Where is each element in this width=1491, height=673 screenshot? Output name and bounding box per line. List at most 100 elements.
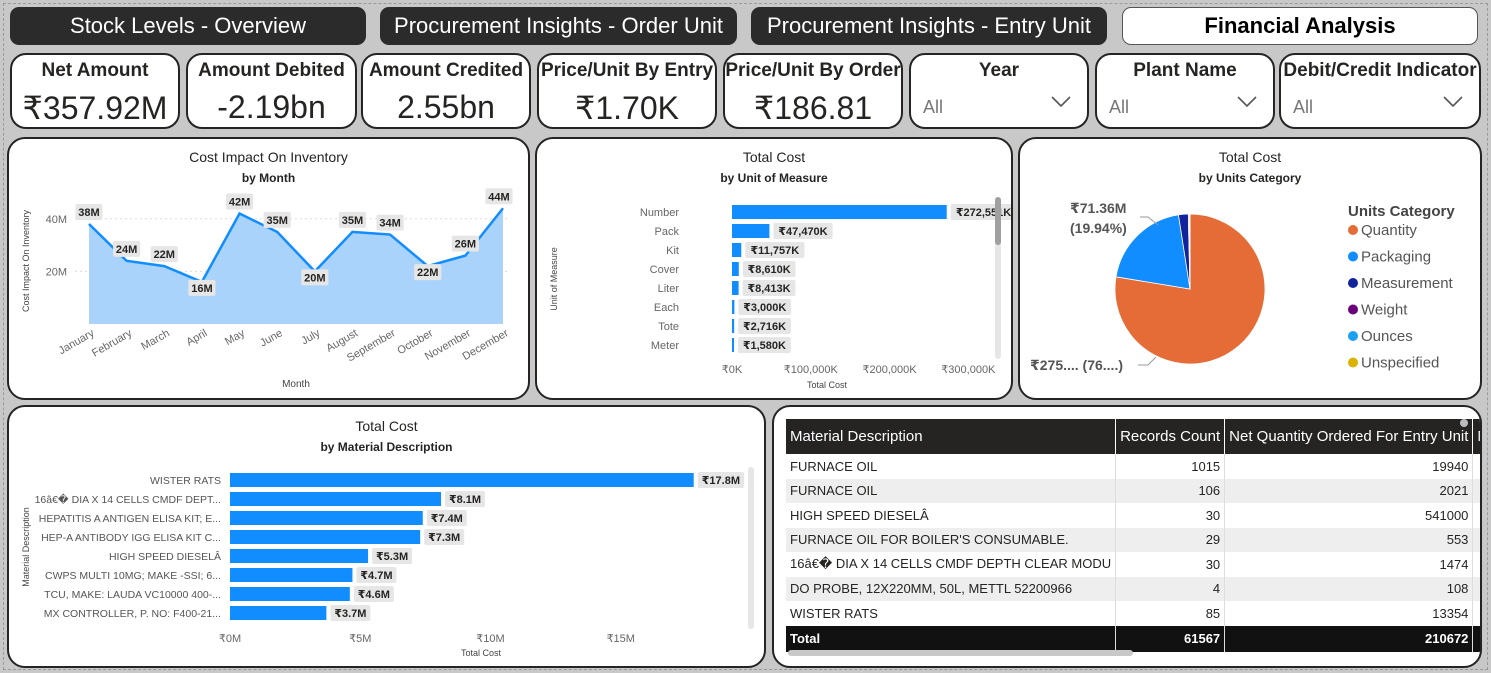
tab-stock-levels-overview[interactable]: Stock Levels - Overview (10, 7, 366, 45)
tab-procurement-order-unit[interactable]: Procurement Insights - Order Unit (380, 7, 737, 45)
data-label: 38M (78, 207, 99, 219)
slicer-dropdown-value[interactable]: All (1109, 97, 1129, 118)
data-label: ₹7.3M (428, 532, 460, 544)
y-tick-label: Meter (651, 340, 679, 352)
bar (230, 568, 353, 582)
chevron-down-icon[interactable] (1443, 95, 1463, 109)
slicer-plant-name[interactable]: Plant Name All (1095, 53, 1275, 129)
bar (230, 530, 421, 544)
column-header-truncated[interactable]: N (1472, 419, 1480, 454)
legend-label: Packaging (1361, 249, 1431, 266)
x-tick-label: ₹300,000K (941, 364, 996, 376)
legend-marker (1348, 331, 1358, 341)
cell-material: HIGH SPEED DIESELÂ (786, 503, 1117, 528)
y-tick-label: TCU, MAKE: LAUDA VC10000 400-... (44, 589, 221, 601)
bar (230, 587, 350, 601)
slicer-dropdown-value[interactable]: All (1293, 97, 1313, 118)
bar (732, 300, 735, 314)
kpi-label: Amount Credited (368, 60, 524, 81)
data-label: 35M (342, 215, 363, 227)
table-row[interactable]: HIGH SPEED DIESELÂ 30 541000 (786, 503, 1480, 528)
y-tick-label: 20M (46, 266, 67, 278)
legend-title: Units Category (1348, 203, 1455, 220)
bar (732, 338, 734, 352)
chart-total-cost-by-material[interactable]: Total Cost by Material Description WISTE… (7, 405, 766, 668)
table-row[interactable]: 16â€� DIA X 14 CELLS CMDF DEPTH CLEAR MO… (786, 552, 1480, 577)
y-tick-label: Pack (655, 226, 680, 238)
data-label: ₹8.1M (449, 494, 481, 506)
table-row[interactable]: DO PROBE, 12X220MM, 50L, METTL 52200966 4… (786, 576, 1480, 601)
table-row[interactable]: FURNACE OIL FOR BOILER'S CONSUMABLE. 29 55… (786, 527, 1480, 552)
vertical-scrollbar-thumb[interactable] (1460, 419, 1468, 427)
slicer-label: Plant Name (1133, 60, 1237, 81)
bar-chart-svg: WISTER RATS ₹17.8M 16â€� DIA X 14 CELLS CM… (21, 467, 754, 658)
x-tick-label: February (90, 327, 135, 360)
chart-total-cost-by-uom[interactable]: Total Cost by Unit of Measure Number ₹272… (535, 137, 1013, 400)
legend-label: Weight (1361, 302, 1408, 319)
column-header-net-quantity[interactable]: Net Quantity Ordered For Entry Unit (1224, 419, 1474, 454)
data-label: 22M (154, 249, 175, 261)
y-tick-label: Each (654, 302, 679, 314)
chart-total-cost-by-units-category[interactable]: Total Cost by Units Category ₹71.36M (19.… (1018, 137, 1482, 400)
x-tick-label: ₹5M (349, 633, 371, 645)
data-label: ₹5.3M (376, 551, 408, 563)
cell-records: 30 (1115, 552, 1226, 577)
tab-procurement-entry-unit[interactable]: Procurement Insights - Entry Unit (751, 7, 1107, 45)
kpi-label: Amount Debited (198, 60, 345, 81)
y-tick-label: Number (640, 207, 679, 219)
chevron-down-icon[interactable] (1051, 95, 1071, 109)
bar (732, 262, 739, 276)
material-table[interactable]: Material Description Records Count Net Q… (786, 419, 1480, 652)
kpi-value: -2.19bn (217, 89, 326, 125)
data-label: 22M (417, 267, 438, 279)
cell-records: 106 (1115, 478, 1226, 503)
slicer-label: Debit/Credit Indicator (1283, 60, 1477, 81)
horizontal-scrollbar[interactable] (788, 650, 1133, 656)
column-header-material-description[interactable]: Material Description (786, 419, 1117, 454)
y-tick-label: Cover (650, 264, 680, 276)
legend-marker (1348, 225, 1358, 235)
column-header-records-count[interactable]: Records Count (1115, 419, 1226, 454)
bar (732, 205, 947, 219)
legend-marker (1348, 278, 1358, 288)
bar (732, 243, 742, 257)
table-row[interactable]: FURNACE OIL 106 2021 (786, 478, 1480, 503)
cell-records: 30 (1115, 503, 1226, 528)
data-label: 44M (488, 191, 509, 203)
x-tick-label: March (139, 327, 171, 353)
y-tick-label: HEPATITIS A ANTIGEN ELISA KIT; E... (39, 513, 221, 525)
table-row[interactable]: FURNACE OIL 1015 19940 (786, 454, 1480, 479)
kpi-value: ₹186.81 (753, 90, 873, 126)
slicer-dropdown-value[interactable]: All (923, 97, 943, 118)
y-tick-label: Kit (666, 245, 679, 257)
kpi-label: Net Amount (41, 60, 149, 81)
y-axis-title: Cost Impact On Inventory (21, 209, 31, 312)
slicer-debit-credit-indicator[interactable]: Debit/Credit Indicator All (1279, 53, 1481, 129)
data-label: ₹8,610K (748, 264, 791, 276)
table-row[interactable]: WISTER RATS 85 13354 (786, 601, 1480, 626)
x-tick-label: ₹0M (219, 633, 241, 645)
kpi-label: Price/Unit By Order (725, 60, 901, 81)
chevron-down-icon[interactable] (1237, 95, 1257, 109)
bar (732, 319, 735, 333)
data-label: ₹3,000K (743, 302, 786, 314)
data-label: ₹3.7M (334, 608, 366, 620)
material-table-panel[interactable]: Material Description Records Count Net Q… (772, 405, 1482, 668)
slicer-year[interactable]: Year All (909, 53, 1089, 129)
x-tick-label: April (184, 327, 209, 348)
kpi-card-amount-credited: Amount Credited 2.55bn (361, 53, 531, 129)
data-label: ₹275.... (76....) (1030, 357, 1123, 373)
cell-records: 1015 (1115, 454, 1226, 479)
x-tick-label: ₹200,000K (863, 364, 918, 376)
cell-net-qty: 108 (1224, 576, 1474, 601)
data-label: ₹272,551K (956, 207, 1011, 219)
kpi-card-amount-debited: Amount Debited -2.19bn (186, 53, 357, 129)
x-tick-label: ₹100,000K (784, 364, 839, 376)
vertical-scrollbar-track (748, 467, 754, 629)
y-tick-label: MX CONTROLLER, P. NO: F400-21... (44, 608, 221, 620)
cell-material: FURNACE OIL FOR BOILER'S CONSUMABLE. (786, 527, 1117, 552)
tab-financial-analysis[interactable]: Financial Analysis (1122, 7, 1478, 45)
kpi-card-price-per-unit-entry: Price/Unit By Entry ₹1.70K (537, 53, 717, 129)
chart-cost-impact-by-month[interactable]: Cost Impact On Inventory by Month 20M 40M… (7, 137, 530, 400)
legend-marker (1348, 251, 1358, 262)
